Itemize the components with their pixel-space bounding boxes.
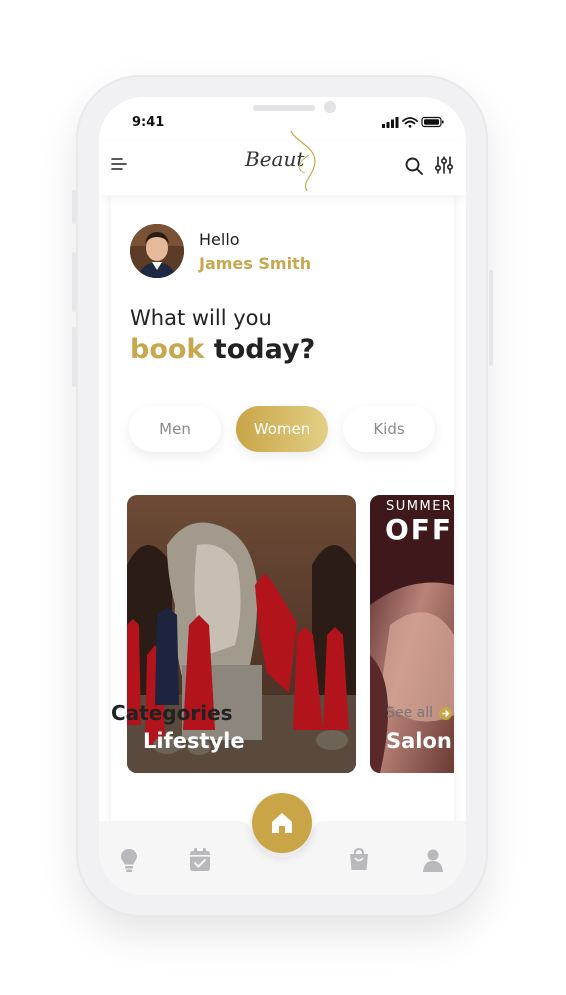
- user-name: James Smith: [199, 254, 312, 273]
- side-button: [72, 190, 76, 224]
- status-icons: [382, 116, 444, 128]
- home-icon: [272, 813, 292, 833]
- segment-women[interactable]: Women: [236, 406, 328, 452]
- app-screen: 9:41 Beaut Hello James Smith What will y…: [99, 97, 466, 895]
- card-lifestyle-label: Lifestyle: [143, 729, 245, 753]
- lightbulb-icon[interactable]: [117, 847, 141, 873]
- see-all-label: See all: [386, 705, 433, 721]
- card-salon-label: Salon: [386, 729, 452, 753]
- categories-title: Categories: [111, 701, 233, 725]
- front-camera: [324, 101, 336, 113]
- search-icon[interactable]: [404, 156, 424, 176]
- avatar[interactable]: [130, 224, 184, 278]
- battery-icon: [421, 116, 444, 128]
- headline-line-2: book today?: [130, 334, 315, 365]
- segment-men[interactable]: Men: [129, 406, 221, 452]
- user-icon[interactable]: [421, 847, 445, 873]
- main-content: Hello James Smith What will you book tod…: [111, 195, 454, 895]
- side-button: [72, 252, 76, 312]
- logo-swirl: [290, 130, 316, 192]
- headline-rest: today?: [204, 334, 316, 365]
- greeting-text: Hello: [199, 230, 240, 249]
- wifi-icon: [402, 117, 418, 125]
- status-time: 9:41: [132, 115, 165, 130]
- side-button: [72, 327, 76, 387]
- menu-icon[interactable]: [111, 156, 127, 172]
- app-header: Beaut: [99, 130, 466, 195]
- segment-kids[interactable]: Kids: [343, 406, 435, 452]
- headline-line-1: What will you: [130, 306, 272, 330]
- home-button[interactable]: [252, 793, 312, 853]
- filter-sliders-icon[interactable]: [434, 155, 454, 175]
- promo-top-text: SUMMER: [386, 499, 453, 514]
- power-button: [489, 270, 493, 366]
- shopping-bag-icon[interactable]: [347, 847, 371, 873]
- brand-logo: Beaut: [245, 127, 331, 193]
- card-lifestyle[interactable]: Lifestyle: [127, 495, 356, 773]
- signal-icon: [382, 117, 399, 128]
- speaker: [253, 105, 315, 111]
- card-salon[interactable]: SUMMER OFF Salon: [370, 495, 454, 773]
- calendar-check-icon[interactable]: [188, 847, 212, 873]
- see-all-link[interactable]: See all: [386, 705, 452, 721]
- promo-big-text: OFF: [385, 513, 454, 546]
- arrow-right-icon: [439, 706, 452, 720]
- headline-accent: book: [130, 334, 205, 365]
